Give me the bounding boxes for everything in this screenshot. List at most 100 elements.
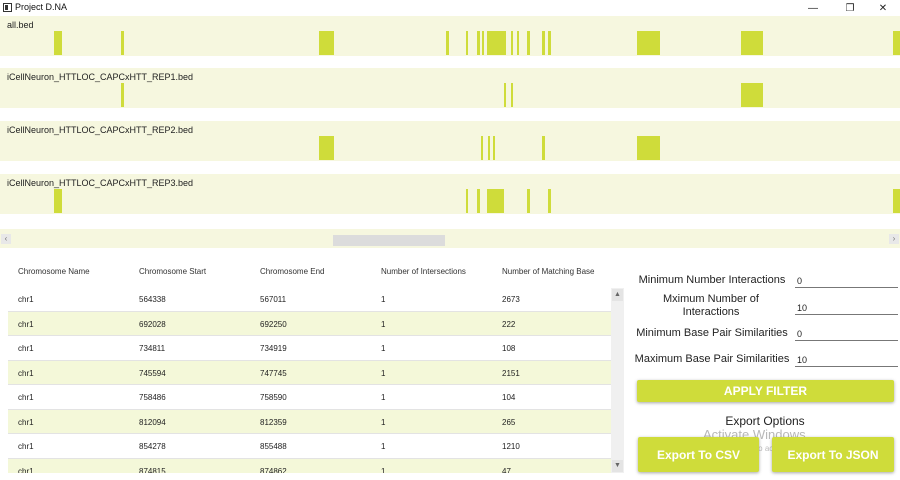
apply-filter-button[interactable]: APPLY FILTER bbox=[637, 380, 894, 402]
track-label: iCellNeuron_HTTLOC_CAPCxHTT_REP2.bed bbox=[7, 125, 194, 135]
scroll-down-icon[interactable]: ▼ bbox=[612, 460, 623, 472]
minimize-button[interactable]: — bbox=[796, 0, 830, 16]
region-block[interactable] bbox=[504, 83, 506, 107]
cell-chromosome: chr1 bbox=[18, 417, 34, 427]
column-header[interactable]: Chromosome End bbox=[260, 267, 324, 276]
track-rep2: iCellNeuron_HTTLOC_CAPCxHTT_REP2.bed bbox=[0, 121, 900, 161]
horizontal-scrollbar[interactable]: ‹ › bbox=[0, 229, 900, 248]
region-block[interactable] bbox=[466, 31, 468, 55]
cell-end: 734919 bbox=[260, 344, 287, 353]
export-json-button[interactable]: Export To JSON bbox=[772, 437, 894, 472]
region-block[interactable] bbox=[482, 31, 484, 55]
cell-matching-base: 222 bbox=[502, 319, 516, 329]
table-row[interactable]: chr1 874815 874862 1 47 bbox=[8, 458, 612, 474]
max-similarity-label: Maximum Base Pair Similarities bbox=[634, 353, 790, 365]
table-row[interactable]: chr1 812094 812359 1 265 bbox=[8, 409, 612, 434]
close-button[interactable]: ✕ bbox=[866, 0, 900, 16]
cell-intersections: 1 bbox=[381, 393, 386, 402]
region-block[interactable] bbox=[741, 31, 763, 55]
table-row[interactable]: chr1 745594 747745 1 2151 bbox=[8, 360, 612, 385]
region-block[interactable] bbox=[121, 31, 124, 55]
table-row[interactable]: chr1 734811 734919 1 108 bbox=[8, 336, 612, 361]
max-similarity-input[interactable] bbox=[795, 353, 898, 367]
region-block[interactable] bbox=[121, 83, 124, 107]
scroll-left-icon[interactable]: ‹ bbox=[1, 234, 11, 244]
region-block[interactable] bbox=[487, 31, 506, 55]
region-block[interactable] bbox=[477, 189, 480, 213]
window-title: Project D.NA bbox=[15, 2, 68, 12]
column-header[interactable]: Chromosome Name bbox=[18, 267, 90, 276]
cell-start: 874815 bbox=[139, 466, 166, 474]
table-row[interactable]: chr1 692028 692250 1 222 bbox=[8, 311, 612, 336]
column-header[interactable]: Number of Matching Base bbox=[502, 267, 595, 276]
region-block[interactable] bbox=[542, 136, 545, 160]
cell-matching-base: 1210 bbox=[502, 442, 520, 451]
region-block[interactable] bbox=[893, 189, 900, 213]
title-bar: Project D.NA — ❐ ✕ bbox=[0, 0, 900, 16]
cell-intersections: 1 bbox=[381, 442, 386, 451]
table-row[interactable]: chr1 758486 758590 1 104 bbox=[8, 385, 612, 410]
cell-start: 745594 bbox=[139, 368, 166, 378]
column-header[interactable]: Chromosome Start bbox=[139, 267, 206, 276]
app-window: Project D.NA — ❐ ✕ all.bed iCellNeuron_H… bbox=[0, 0, 900, 480]
cell-matching-base: 104 bbox=[502, 393, 516, 402]
track-rep1: iCellNeuron_HTTLOC_CAPCxHTT_REP1.bed bbox=[0, 68, 900, 108]
region-block[interactable] bbox=[542, 31, 545, 55]
region-block[interactable] bbox=[319, 31, 334, 55]
region-block[interactable] bbox=[54, 189, 62, 213]
region-block[interactable] bbox=[511, 83, 513, 107]
export-options-title: Export Options bbox=[725, 414, 805, 428]
region-block[interactable] bbox=[446, 31, 449, 55]
cell-matching-base: 47 bbox=[502, 466, 511, 474]
table-row[interactable]: chr1 564338 567011 1 2673 bbox=[8, 287, 612, 312]
region-block[interactable] bbox=[481, 136, 483, 160]
region-block[interactable] bbox=[527, 189, 530, 213]
cell-end: 812359 bbox=[260, 417, 287, 427]
cell-chromosome: chr1 bbox=[18, 295, 34, 304]
cell-intersections: 1 bbox=[381, 466, 386, 474]
min-interactions-label: Minimum Number Interactions bbox=[638, 274, 786, 286]
cell-start: 854278 bbox=[139, 442, 166, 451]
column-header[interactable]: Number of Intersections bbox=[381, 267, 466, 276]
region-block[interactable] bbox=[488, 136, 490, 160]
min-similarity-input[interactable] bbox=[795, 327, 898, 341]
vertical-scrollbar[interactable]: ▲ ▼ bbox=[611, 288, 624, 473]
region-block[interactable] bbox=[741, 83, 763, 107]
cell-matching-base: 2151 bbox=[502, 368, 520, 378]
results-table: chr1 564338 567011 1 2673 chr1 692028 69… bbox=[8, 287, 612, 473]
max-interactions-input[interactable] bbox=[795, 301, 898, 315]
region-block[interactable] bbox=[517, 31, 519, 55]
cell-start: 564338 bbox=[139, 295, 166, 304]
region-block[interactable] bbox=[548, 189, 551, 213]
region-block[interactable] bbox=[466, 189, 468, 213]
region-block[interactable] bbox=[527, 31, 530, 55]
scroll-right-icon[interactable]: › bbox=[889, 234, 899, 244]
region-block[interactable] bbox=[637, 136, 660, 160]
region-block[interactable] bbox=[637, 31, 660, 55]
region-block[interactable] bbox=[511, 31, 513, 55]
region-block[interactable] bbox=[477, 31, 480, 55]
cell-start: 734811 bbox=[139, 344, 166, 353]
cell-end: 567011 bbox=[260, 295, 287, 304]
export-csv-button[interactable]: Export To CSV bbox=[638, 437, 759, 472]
scroll-up-icon[interactable]: ▲ bbox=[612, 289, 623, 301]
maximize-button[interactable]: ❐ bbox=[833, 0, 867, 16]
cell-end: 692250 bbox=[260, 319, 287, 329]
min-interactions-input[interactable] bbox=[795, 274, 898, 288]
region-block[interactable] bbox=[319, 136, 334, 160]
table-row[interactable]: chr1 854278 855488 1 1210 bbox=[8, 434, 612, 459]
min-similarity-label: Minimum Base Pair Similarities bbox=[636, 327, 788, 339]
cell-start: 758486 bbox=[139, 393, 166, 402]
track-all: all.bed bbox=[0, 16, 900, 56]
cell-intersections: 1 bbox=[381, 319, 386, 329]
cell-matching-base: 2673 bbox=[502, 295, 520, 304]
scrollbar-thumb[interactable] bbox=[333, 235, 445, 246]
region-block[interactable] bbox=[493, 136, 495, 160]
region-block[interactable] bbox=[893, 31, 900, 55]
region-block[interactable] bbox=[548, 31, 551, 55]
cell-end: 758590 bbox=[260, 393, 287, 402]
cell-intersections: 1 bbox=[381, 417, 386, 427]
cell-matching-base: 265 bbox=[502, 417, 516, 427]
region-block[interactable] bbox=[54, 31, 62, 55]
region-block[interactable] bbox=[487, 189, 504, 213]
